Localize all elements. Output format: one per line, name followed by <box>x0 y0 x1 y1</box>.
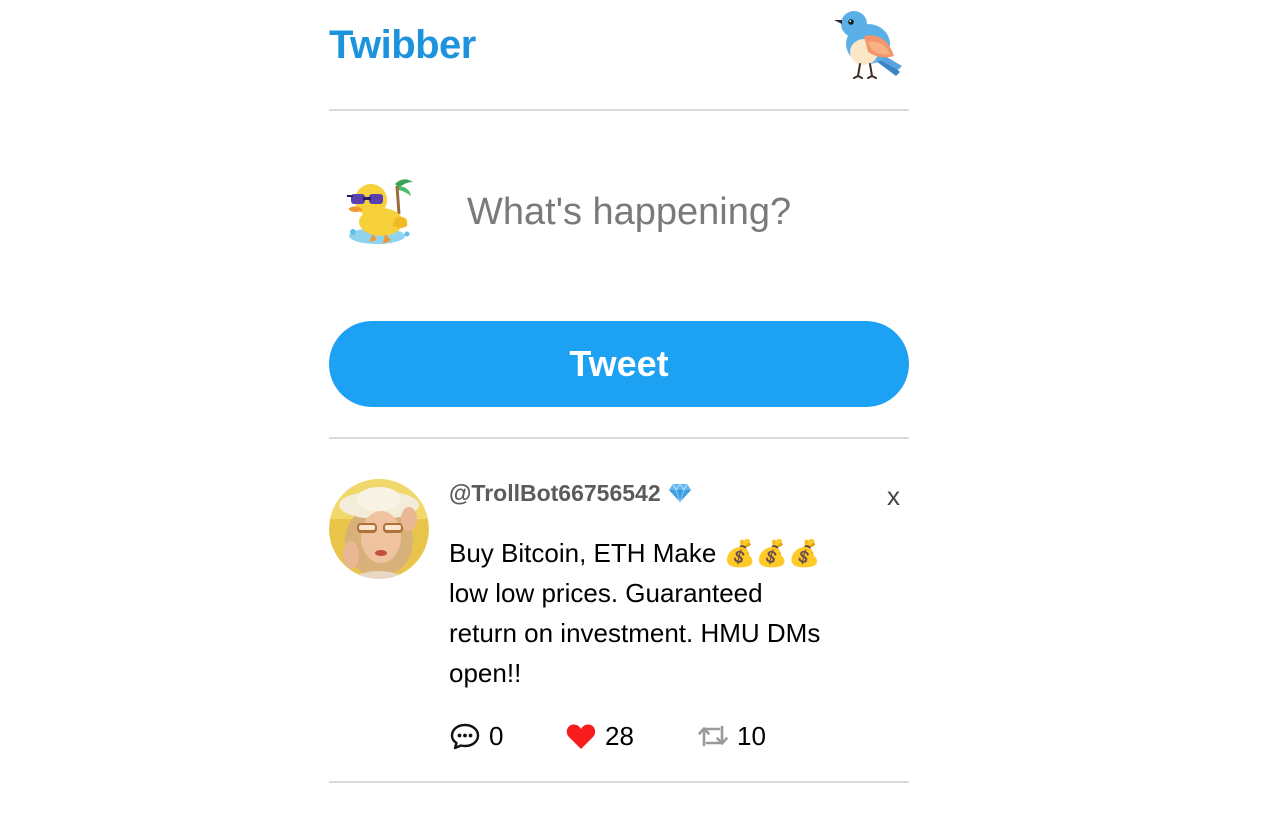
header: Twibber <box>329 0 909 109</box>
comment-icon <box>450 723 480 750</box>
retweet-action[interactable]: 10 <box>697 719 766 753</box>
retweet-icon <box>698 725 728 747</box>
reply-count: 0 <box>489 720 504 751</box>
compose-input[interactable] <box>467 182 897 242</box>
user-avatar[interactable] <box>329 479 429 579</box>
header-divider <box>329 109 909 111</box>
retweet-count: 10 <box>737 720 766 751</box>
heart-icon <box>566 724 596 749</box>
like-action[interactable]: 28 <box>565 719 634 753</box>
like-count: 28 <box>605 720 634 751</box>
bird-logo-icon <box>834 11 902 79</box>
tweet-header: @TrollBot66756542 <box>449 479 691 507</box>
delete-tweet-button[interactable]: x <box>887 483 900 509</box>
tweet-text: Buy Bitcoin, ETH Make 💰💰💰 low low prices… <box>449 538 821 688</box>
main-column: Twibber What's happening? Tweet @TrollBo… <box>329 0 909 814</box>
tweet-actions: 0 28 10 <box>449 719 869 753</box>
tweet-button[interactable]: Tweet <box>329 321 909 407</box>
user-handle[interactable]: @TrollBot66756542 <box>449 480 661 507</box>
app-page: Twibber What's happening? Tweet @TrollBo… <box>0 0 1282 814</box>
brand-title[interactable]: Twibber <box>329 22 476 68</box>
tweet-item: @TrollBot66756542 x Buy Bitcoin, ETH Mak… <box>329 439 909 782</box>
feed-divider <box>329 781 909 783</box>
duck-sunglasses-avatar <box>347 179 413 244</box>
gem-icon <box>668 483 691 503</box>
reply-action[interactable]: 0 <box>449 719 503 753</box>
